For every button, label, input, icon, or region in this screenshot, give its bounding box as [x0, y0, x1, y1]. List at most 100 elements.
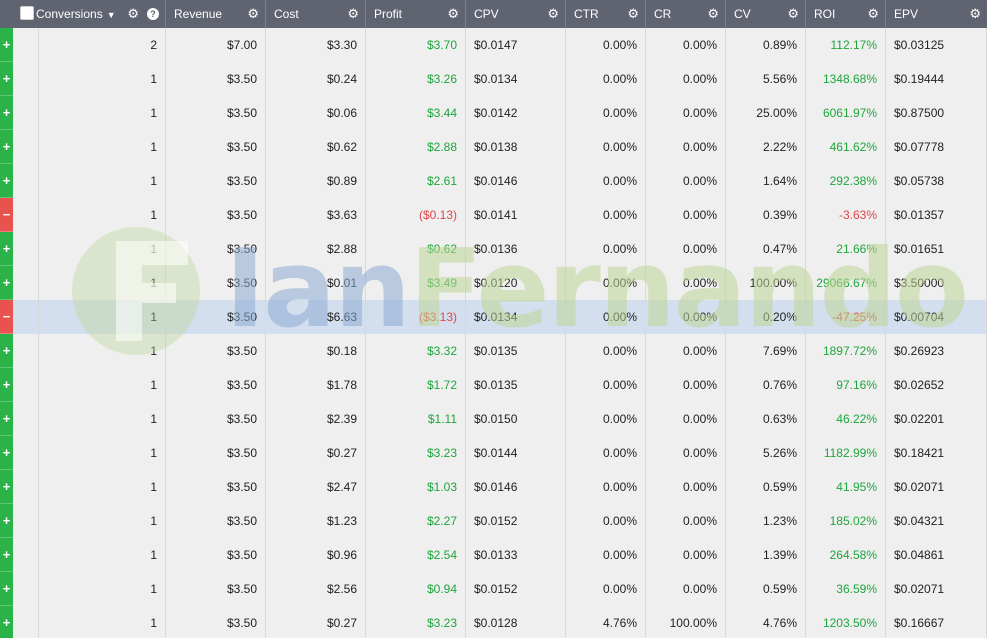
header-cr[interactable]: CR ⚙ [646, 0, 726, 28]
row-plus-marker[interactable]: + [0, 368, 13, 402]
row-select-cell[interactable] [13, 504, 39, 538]
row-select-cell[interactable] [13, 96, 39, 130]
chevron-down-icon[interactable]: ▼ [107, 10, 116, 20]
table-row[interactable]: +1 $3.50 $0.06 $3.44 $0.0142 0.00% 0.00% 25.00%… [0, 96, 987, 130]
table-row[interactable]: +1 $3.50 $1.23 $2.27 $0.0152 0.00% 0.00% 1.23% 1… [0, 504, 987, 538]
header-revenue[interactable]: Revenue ⚙ [166, 0, 266, 28]
table-row[interactable]: +1 $3.50 $0.01 $3.49 $0.0120 0.00% 0.00% 100.00… [0, 266, 987, 300]
gear-icon[interactable]: ⚙ [347, 0, 359, 28]
select-all-checkbox[interactable] [20, 6, 34, 20]
table-row[interactable]: +1 $3.50 $0.27 $3.23 $0.0128 4.76% 100.00% 4.76… [0, 606, 987, 638]
row-plus-marker[interactable]: + [0, 504, 13, 538]
cell-cr: 0.00% [646, 164, 726, 198]
cell-epv: $0.16667 [886, 606, 987, 638]
row-plus-marker[interactable]: + [0, 436, 13, 470]
row-select-cell[interactable] [13, 436, 39, 470]
table-row[interactable]: +1 $3.50 $0.96 $2.54 $0.0133 0.00% 0.00% 1.39% 2… [0, 538, 987, 572]
table-row[interactable]: −1 $3.50 $3.63 ($0.13) $0.0141 0.00% 0.00% 0.39… [0, 198, 987, 232]
cell-roi: 112.17% [806, 28, 886, 62]
table-row[interactable]: +1 $3.50 $1.78 $1.72 $0.0135 0.00% 0.00% 0.76% 9… [0, 368, 987, 402]
gear-icon[interactable]: ⚙ [547, 0, 559, 28]
row-plus-marker[interactable]: + [0, 28, 13, 62]
cell-conv: 1 [39, 62, 166, 96]
gear-icon[interactable]: ⚙ [127, 0, 139, 28]
table-row[interactable]: +1 $3.50 $2.88 $0.62 $0.0136 0.00% 0.00% 0.47% 2… [0, 232, 987, 266]
row-plus-marker[interactable]: + [0, 538, 13, 572]
row-plus-marker[interactable]: + [0, 62, 13, 96]
row-minus-marker[interactable]: − [0, 198, 13, 232]
gear-icon[interactable]: ⚙ [787, 0, 799, 28]
cell-ctr: 0.00% [566, 266, 646, 300]
header-roi[interactable]: ROI ⚙ [806, 0, 886, 28]
row-plus-marker[interactable]: + [0, 266, 13, 300]
gear-icon[interactable]: ⚙ [707, 0, 719, 28]
header-epv[interactable]: EPV ⚙ [886, 0, 987, 28]
header-conversions[interactable]: Conversions ▼ ⚙ ? [36, 0, 166, 28]
row-select-cell[interactable] [13, 164, 39, 198]
cell-epv: $0.02201 [886, 402, 987, 436]
row-select-cell[interactable] [13, 334, 39, 368]
row-select-cell[interactable] [13, 300, 39, 334]
row-select-cell[interactable] [13, 232, 39, 266]
cell-cv: 0.63% [726, 402, 806, 436]
cell-cost: $2.39 [266, 402, 366, 436]
cell-ctr: 0.00% [566, 402, 646, 436]
row-select-cell[interactable] [13, 606, 39, 638]
header-profit[interactable]: Profit ⚙ [366, 0, 466, 28]
row-select-cell[interactable] [13, 538, 39, 572]
row-select-cell[interactable] [13, 266, 39, 300]
gear-icon[interactable]: ⚙ [247, 0, 259, 28]
row-minus-marker[interactable]: − [0, 300, 13, 334]
table-row[interactable]: −1 $3.50 $6.63 ($3.13) $0.0134 0.00% 0.00% 0.20… [0, 300, 987, 334]
row-plus-marker[interactable]: + [0, 164, 13, 198]
row-plus-marker[interactable]: + [0, 470, 13, 504]
cell-rev: $3.50 [166, 538, 266, 572]
row-plus-marker[interactable]: + [0, 606, 13, 638]
cell-roi: 41.95% [806, 470, 886, 504]
table-row[interactable]: +1 $3.50 $0.89 $2.61 $0.0146 0.00% 0.00% 1.64% 2… [0, 164, 987, 198]
row-select-cell[interactable] [13, 402, 39, 436]
row-select-cell[interactable] [13, 368, 39, 402]
row-plus-marker[interactable]: + [0, 334, 13, 368]
table-row[interactable]: +1 $3.50 $2.56 $0.94 $0.0152 0.00% 0.00% 0.59% 3… [0, 572, 987, 606]
row-select-cell[interactable] [13, 62, 39, 96]
cell-epv: $0.04861 [886, 538, 987, 572]
row-select-cell[interactable] [13, 28, 39, 62]
header-cpv[interactable]: CPV ⚙ [466, 0, 566, 28]
row-select-cell[interactable] [13, 198, 39, 232]
table-row[interactable]: +1 $3.50 $2.39 $1.11 $0.0150 0.00% 0.00% 0.63% 4… [0, 402, 987, 436]
table-row[interactable]: +1 $3.50 $0.62 $2.88 $0.0138 0.00% 0.00% 2.22% 4… [0, 130, 987, 164]
row-select-cell[interactable] [13, 470, 39, 504]
header-ctr-label: CTR [574, 7, 599, 21]
header-cv[interactable]: CV ⚙ [726, 0, 806, 28]
row-plus-marker[interactable]: + [0, 572, 13, 606]
cell-cost: $0.18 [266, 334, 366, 368]
row-plus-marker[interactable]: + [0, 232, 13, 266]
table-row[interactable]: +1 $3.50 $2.47 $1.03 $0.0146 0.00% 0.00% 0.59% 4… [0, 470, 987, 504]
header-ctr[interactable]: CTR ⚙ [566, 0, 646, 28]
row-select-cell[interactable] [13, 130, 39, 164]
row-select-cell[interactable] [13, 572, 39, 606]
cell-cr: 100.00% [646, 606, 726, 638]
row-plus-marker[interactable]: + [0, 402, 13, 436]
table-header: Conversions ▼ ⚙ ? Revenue ⚙ Cost ⚙ Profit ⚙ … [0, 0, 987, 28]
cell-epv: $0.19444 [886, 62, 987, 96]
table-row[interactable]: +1 $3.50 $0.24 $3.26 $0.0134 0.00% 0.00% 5.56% 1… [0, 62, 987, 96]
table-row[interactable]: +1 $3.50 $0.18 $3.32 $0.0135 0.00% 0.00% 7.69% 1… [0, 334, 987, 368]
cell-ctr: 0.00% [566, 62, 646, 96]
help-icon[interactable]: ? [147, 8, 159, 20]
table-row[interactable]: +1 $3.50 $0.27 $3.23 $0.0144 0.00% 0.00% 5.26% 1… [0, 436, 987, 470]
cell-conv: 1 [39, 130, 166, 164]
gear-icon[interactable]: ⚙ [867, 0, 879, 28]
cell-cv: 1.64% [726, 164, 806, 198]
row-plus-marker[interactable]: + [0, 130, 13, 164]
gear-icon[interactable]: ⚙ [627, 0, 639, 28]
header-cost[interactable]: Cost ⚙ [266, 0, 366, 28]
row-plus-marker[interactable]: + [0, 96, 13, 130]
table-row[interactable]: +2 $7.00 $3.30 $3.70 $0.0147 0.00% 0.00% 0.89% 1… [0, 28, 987, 62]
cell-profit: $1.03 [366, 470, 466, 504]
gear-icon[interactable]: ⚙ [447, 0, 459, 28]
cell-conv: 1 [39, 606, 166, 638]
cell-conv: 1 [39, 334, 166, 368]
gear-icon[interactable]: ⚙ [969, 0, 981, 28]
